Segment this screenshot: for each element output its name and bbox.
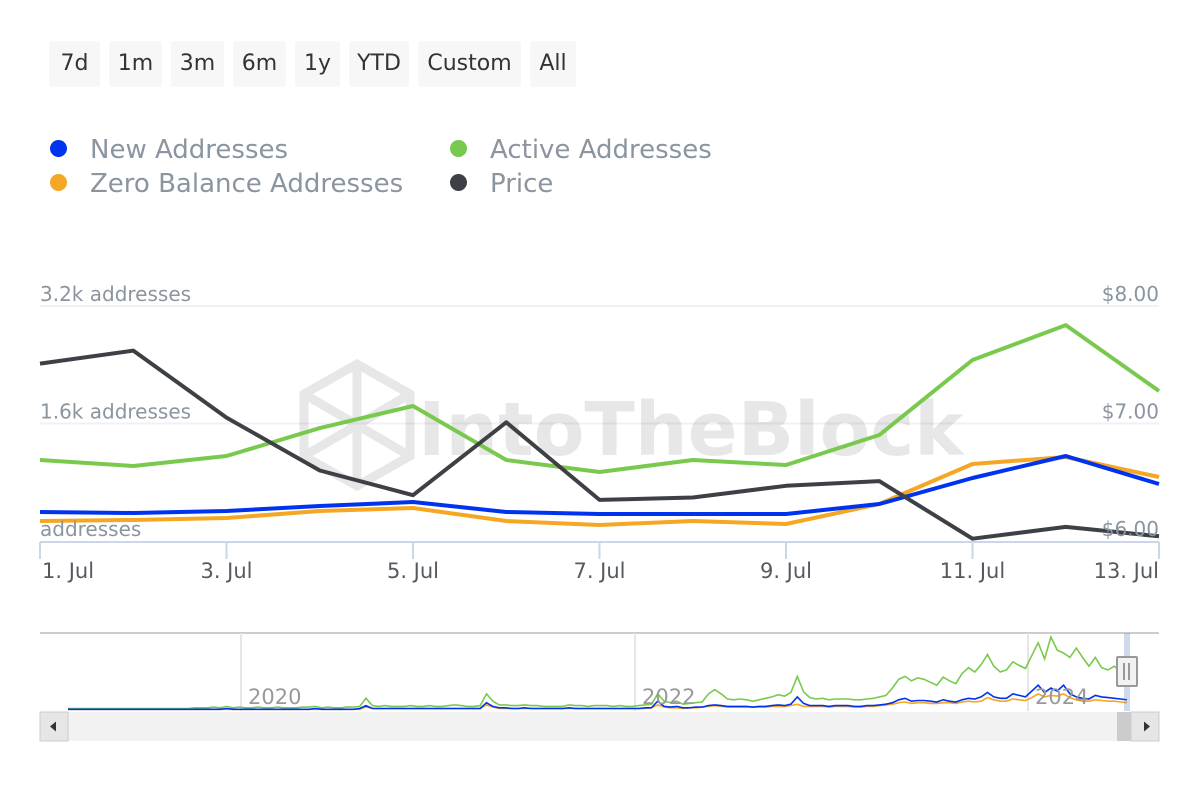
navigator-year-label: 2022 (642, 685, 695, 709)
navigator[interactable]: 2020 2022 2024 (0, 0, 1200, 800)
scrollbar-left-button[interactable] (39, 711, 69, 742)
navigator-handle[interactable] (1116, 656, 1138, 687)
scrollbar-right-button[interactable] (1130, 711, 1160, 742)
navigator-year-label: 2024 (1035, 685, 1088, 709)
navigator-layer: 2020 2022 2024 (39, 632, 1160, 742)
scrollbar-track[interactable] (40, 712, 1159, 741)
navigator-year-label: 2020 (248, 685, 301, 709)
